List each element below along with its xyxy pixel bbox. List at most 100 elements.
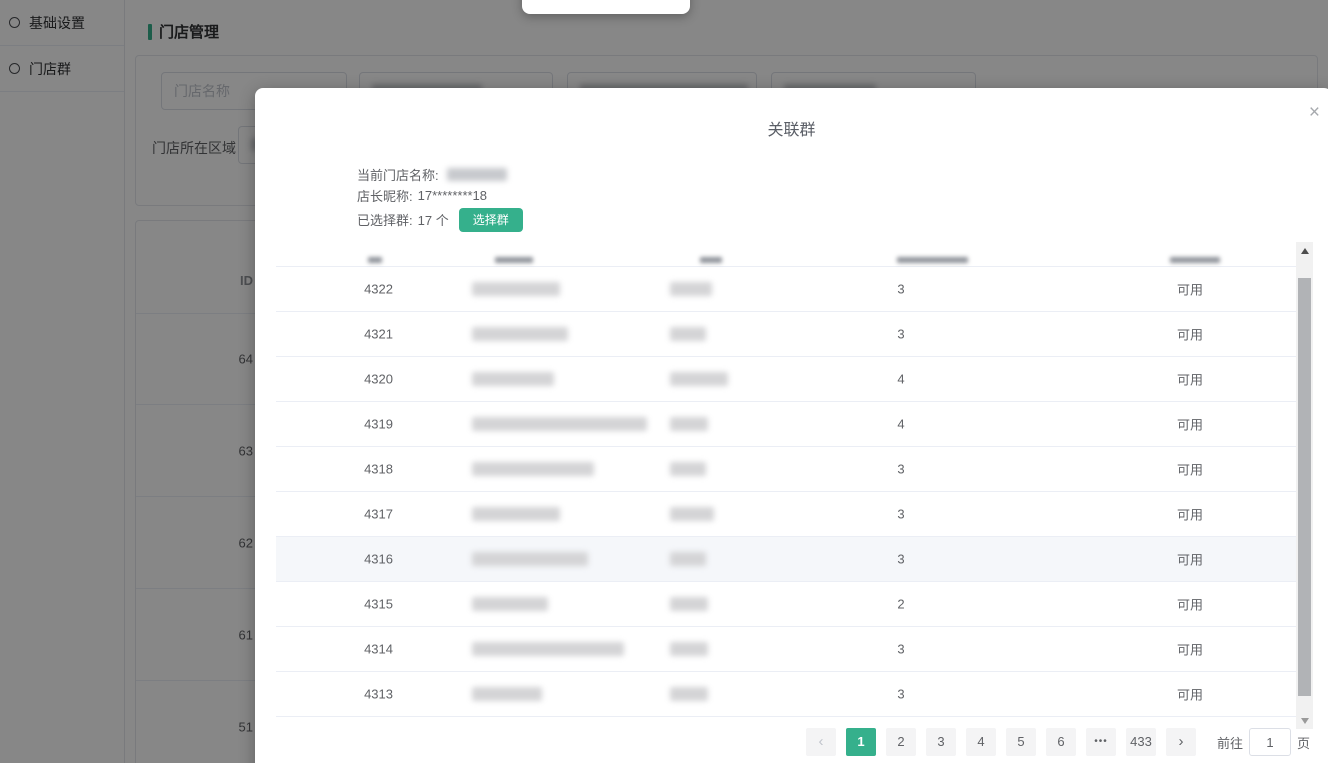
redacted-group-owner <box>670 507 714 521</box>
associated-groups-dialog: 关联群 × 当前门店名称: 店长昵称: 17********18 已选择群: 1… <box>255 88 1328 763</box>
group-owner-cell <box>670 282 712 296</box>
group-table-row[interactable]: 4319 4 可用 <box>276 402 1296 447</box>
manager-line: 店长昵称: 17********18 <box>357 185 523 206</box>
group-table-row[interactable]: 4317 3 可用 <box>276 492 1296 537</box>
group-owner-cell <box>670 552 706 566</box>
group-name-cell <box>472 282 560 296</box>
status-cell: 可用 <box>1176 282 1203 298</box>
clipped-header-text <box>700 257 722 263</box>
group-table-row[interactable]: 4321 3 可用 <box>276 312 1296 357</box>
group-id-cell: 4318 <box>364 461 393 477</box>
goto-label: 前往 <box>1216 735 1243 751</box>
redacted-group-owner <box>670 687 708 701</box>
groups-table-header-clipped <box>276 240 1296 267</box>
member-count-cell: 3 <box>897 551 905 567</box>
group-id-cell: 4316 <box>364 551 393 567</box>
select-group-button[interactable]: 选择群 <box>458 207 523 232</box>
close-icon[interactable]: × <box>1309 103 1320 122</box>
clipped-header-text <box>897 257 968 263</box>
current-store-line: 当前门店名称: <box>357 164 523 185</box>
page-button-2[interactable]: 2 <box>885 728 916 756</box>
member-count-cell: 3 <box>897 281 905 297</box>
redacted-group-name <box>472 372 554 386</box>
scroll-up-button[interactable] <box>1296 243 1313 258</box>
group-owner-cell <box>670 642 708 656</box>
group-table-row[interactable]: 4313 3 可用 <box>276 672 1296 717</box>
prev-page-button[interactable]: ‹ <box>805 728 836 756</box>
scrollbar-thumb[interactable] <box>1298 278 1311 696</box>
page-button-3[interactable]: 3 <box>925 728 956 756</box>
status-cell: 可用 <box>1176 327 1203 343</box>
status-cell: 可用 <box>1176 642 1203 658</box>
redacted-group-owner <box>670 462 706 476</box>
member-count-cell: 4 <box>897 416 905 432</box>
triangle-up-icon <box>1300 247 1309 254</box>
clipped-header-text <box>1170 257 1220 263</box>
manager-label: 店长昵称: <box>357 189 413 204</box>
group-owner-cell <box>670 327 706 341</box>
page-button-5[interactable]: 5 <box>1005 728 1036 756</box>
group-id-cell: 4317 <box>364 506 393 522</box>
page-button-1[interactable]: 1 <box>845 728 876 756</box>
group-name-cell <box>472 417 647 431</box>
redacted-group-name <box>472 687 542 701</box>
group-name-cell <box>472 507 560 521</box>
selected-groups-label: 已选择群: <box>357 213 413 228</box>
selected-groups-count: 17 个 <box>417 213 449 228</box>
page-button-433[interactable]: 433 <box>1125 728 1156 756</box>
group-table-row[interactable]: 4316 3 可用 <box>276 537 1296 582</box>
group-owner-cell <box>670 687 708 701</box>
pagination: ‹ 123456 ••• 433 › 前往 页 <box>801 728 1310 756</box>
group-id-cell: 4314 <box>364 641 393 657</box>
group-table-row[interactable]: 4320 4 可用 <box>276 357 1296 402</box>
status-cell: 可用 <box>1176 597 1203 613</box>
group-table-row[interactable]: 4315 2 可用 <box>276 582 1296 627</box>
groups-table-body: 4322 3 可用 4321 3 可用 4320 4 可用 4319 4 可用 4318 3 可用 4317 3… <box>276 267 1296 717</box>
triangle-down-icon <box>1300 717 1309 724</box>
member-count-cell: 3 <box>897 686 905 702</box>
member-count-cell: 4 <box>897 371 905 387</box>
group-table-row[interactable]: 4314 3 可用 <box>276 627 1296 672</box>
screen: 基础设置 门店群 门店管理 门店所在区域 <box>0 0 1328 763</box>
group-id-cell: 4319 <box>364 416 393 432</box>
status-cell: 可用 <box>1176 507 1203 523</box>
current-store-label: 当前门店名称: <box>357 168 439 183</box>
redacted-group-owner <box>670 642 708 656</box>
redacted-group-name <box>472 552 588 566</box>
redacted-group-name <box>472 462 594 476</box>
group-table-row[interactable]: 4322 3 可用 <box>276 267 1296 312</box>
group-owner-cell <box>670 462 706 476</box>
redacted-group-owner <box>670 417 708 431</box>
page-button-6[interactable]: 6 <box>1045 728 1076 756</box>
group-table-row[interactable]: 4318 3 可用 <box>276 447 1296 492</box>
more-pages-button[interactable]: ••• <box>1085 728 1116 756</box>
group-name-cell <box>472 372 554 386</box>
status-cell: 可用 <box>1176 687 1203 703</box>
goto-page: 前往 页 <box>1217 728 1310 756</box>
redacted-group-owner <box>670 552 706 566</box>
group-id-cell: 4315 <box>364 596 393 612</box>
clipped-header-text <box>368 257 382 263</box>
groups-table: 4322 3 可用 4321 3 可用 4320 4 可用 4319 4 可用 4318 3 可用 4317 3… <box>276 240 1296 729</box>
page-button-4[interactable]: 4 <box>965 728 996 756</box>
member-count-cell: 3 <box>897 326 905 342</box>
status-cell: 可用 <box>1176 552 1203 568</box>
group-id-cell: 4313 <box>364 686 393 702</box>
redacted-group-name <box>472 417 647 431</box>
member-count-cell: 2 <box>897 596 905 612</box>
member-count-cell: 3 <box>897 506 905 522</box>
next-page-button[interactable]: › <box>1165 728 1196 756</box>
group-name-cell <box>472 462 594 476</box>
member-count-cell: 3 <box>897 641 905 657</box>
toast-message <box>522 0 690 14</box>
group-name-cell <box>472 687 542 701</box>
group-name-cell <box>472 552 588 566</box>
group-owner-cell <box>670 507 714 521</box>
goto-page-input[interactable] <box>1248 728 1291 756</box>
status-cell: 可用 <box>1176 372 1203 388</box>
scroll-down-button[interactable] <box>1296 713 1313 728</box>
group-owner-cell <box>670 372 728 386</box>
member-count-cell: 3 <box>897 461 905 477</box>
redacted-group-owner <box>670 282 712 296</box>
group-name-cell <box>472 327 568 341</box>
